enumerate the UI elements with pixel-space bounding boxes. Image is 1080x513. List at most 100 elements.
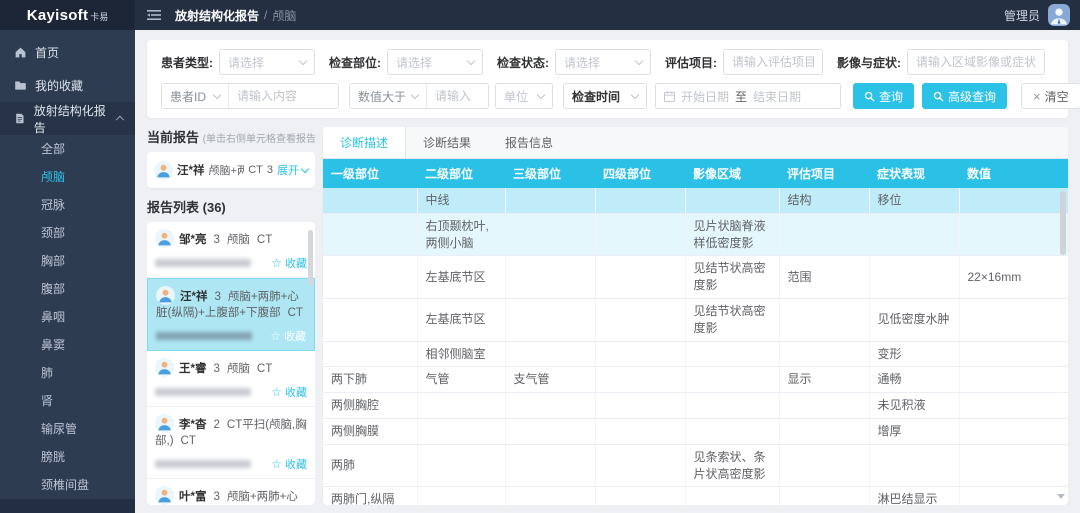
- column-header: 数值: [959, 159, 1068, 188]
- table-cell: 左基底节区: [417, 298, 505, 341]
- tab-diagnosis-result[interactable]: 诊断结果: [406, 127, 488, 158]
- report-list: 邹*亮3颅脑CT ☆ 收藏 汪*祥3颅脑+两肺+心脏(纵隔)+上腹部+下腹部CT…: [147, 222, 315, 505]
- table-row[interactable]: 两肺门,纵隔淋巴结显示: [323, 487, 1068, 505]
- report-item-summary: 叶*富3颅脑+两肺+心脏(纵隔)+上腹部+下腹部CT: [155, 486, 307, 505]
- table-cell: [595, 188, 685, 213]
- favorite-button[interactable]: ☆ 收藏: [271, 384, 307, 400]
- favorite-button[interactable]: ☆ 收藏: [271, 255, 307, 271]
- table-row[interactable]: 左基底节区见结节状高密度影范围22×16mm: [323, 256, 1068, 299]
- sidebar-item-home[interactable]: 首页: [0, 36, 135, 69]
- table-row[interactable]: 两侧胸膜增厚: [323, 418, 1068, 444]
- sidebar-subitem[interactable]: 膀胱: [0, 443, 135, 471]
- exam-parts: CT平扫(颅脑,胸部,): [155, 419, 307, 448]
- date-range-picker[interactable]: 开始日期 至 结束日期: [655, 83, 841, 109]
- exam-part-select[interactable]: 请选择: [387, 49, 483, 75]
- column-header: 评估项目: [779, 159, 869, 188]
- sidebar-section-reports[interactable]: 放射结构化报告: [0, 102, 135, 135]
- tab-diagnosis-description[interactable]: 诊断描述: [323, 127, 406, 158]
- modality: CT: [257, 363, 272, 375]
- chevron-down-icon: [631, 90, 639, 98]
- report-list-item[interactable]: 叶*富3颅脑+两肺+心脏(纵隔)+上腹部+下腹部CT ☆ 收藏: [147, 479, 315, 505]
- sidebar-subitem[interactable]: 鼻咽: [0, 303, 135, 331]
- image-symptom-input-wrap: [907, 49, 1045, 75]
- table-cell: [505, 188, 595, 213]
- table-row[interactable]: 相邻侧脑室变形: [323, 341, 1068, 367]
- modality: CT: [257, 234, 272, 246]
- unit-select[interactable]: 单位: [495, 83, 553, 109]
- user-avatar[interactable]: [1048, 4, 1070, 26]
- search-button-label: 查询: [879, 88, 903, 105]
- numeric-compare-select[interactable]: 数值大于: [350, 84, 426, 108]
- exam-status-select[interactable]: 请选择: [555, 49, 651, 75]
- table-cell: [595, 418, 685, 444]
- select-value: 患者ID: [170, 88, 207, 105]
- content-input[interactable]: [237, 89, 330, 103]
- numeric-input[interactable]: [435, 89, 480, 103]
- tab-report-info[interactable]: 报告信息: [488, 127, 570, 158]
- table-row[interactable]: 左基底节区见结节状高密度影见低密度水肿: [323, 298, 1068, 341]
- report-list-item[interactable]: 王*睿3颅脑CT ☆ 收藏: [147, 351, 315, 407]
- table-cell: [959, 298, 1068, 341]
- sidebar-subitem[interactable]: 全部: [0, 135, 135, 163]
- collapse-menu-icon[interactable]: [147, 9, 161, 21]
- date-join-label: 至: [735, 88, 747, 105]
- exam-parts: 颅脑: [227, 363, 250, 375]
- patient-avatar-icon: [155, 229, 174, 248]
- user-menu[interactable]: 管理员: [1004, 4, 1080, 26]
- sidebar-subitem[interactable]: 肾: [0, 387, 135, 415]
- table-row[interactable]: 右顶颞枕叶,两侧小脑见片状脑脊液样低密度影: [323, 213, 1068, 256]
- sidebar-subitem[interactable]: 冠脉: [0, 191, 135, 219]
- table-cell: [685, 418, 779, 444]
- current-report-card[interactable]: 汪*祥 颅脑+两肺+心... CT 3 展开: [147, 152, 315, 188]
- patient-id-select[interactable]: 患者ID: [162, 84, 228, 108]
- image-symptom-input[interactable]: [916, 55, 1036, 69]
- sidebar-subitem[interactable]: 肺: [0, 359, 135, 387]
- report-count: 3: [214, 291, 220, 303]
- logo-text: Kayisoft: [27, 7, 89, 24]
- report-list-item[interactable]: 邹*亮3颅脑CT ☆ 收藏: [147, 222, 315, 278]
- table-header-row: 一级部位二级部位三级部位四级部位影像区域评估项目症状表现数值: [323, 159, 1068, 188]
- table-cell: [323, 213, 417, 256]
- sidebar-subitem[interactable]: 鼻窦: [0, 331, 135, 359]
- scroll-down-icon[interactable]: [1057, 494, 1065, 499]
- table-row[interactable]: 两下肺气管支气管显示通畅: [323, 367, 1068, 393]
- diagnosis-table-wrap: 一级部位二级部位三级部位四级部位影像区域评估项目症状表现数值 中线结构移位右顶颞…: [323, 159, 1068, 505]
- report-list-item[interactable]: 汪*祥3颅脑+两肺+心脏(纵隔)+上腹部+下腹部CT ☆ 收藏: [147, 278, 315, 351]
- table-cell: [595, 367, 685, 393]
- table-row[interactable]: 两肺见条索状、条片状高密度影: [323, 444, 1068, 487]
- breadcrumb: 放射结构化报告 / 颅脑: [175, 7, 296, 24]
- diagnosis-table: 一级部位二级部位三级部位四级部位影像区域评估项目症状表现数值 中线结构移位右顶颞…: [323, 159, 1068, 505]
- assess-item-input[interactable]: [732, 55, 814, 69]
- breadcrumb-root[interactable]: 放射结构化报告: [175, 7, 259, 24]
- sidebar-subitem[interactable]: 颈部: [0, 219, 135, 247]
- clear-button[interactable]: × 清空: [1021, 83, 1080, 109]
- favorite-button[interactable]: ☆ 收藏: [271, 456, 307, 472]
- patient-type-select[interactable]: 请选择: [219, 49, 315, 75]
- table-row[interactable]: 中线结构移位: [323, 188, 1068, 213]
- search-button[interactable]: 查询: [853, 83, 914, 109]
- sidebar-subitem[interactable]: 颅脑: [0, 163, 135, 191]
- favorite-label: 收藏: [284, 328, 306, 344]
- sidebar-subitem[interactable]: 颈椎间盘: [0, 471, 135, 499]
- date-end-placeholder: 结束日期: [753, 88, 801, 105]
- sidebar-subitem[interactable]: 胸部: [0, 247, 135, 275]
- list-scrollbar-thumb[interactable]: [308, 230, 313, 286]
- table-cell: [323, 341, 417, 367]
- patient-avatar-icon: [155, 358, 174, 377]
- favorite-button[interactable]: ☆ 收藏: [270, 328, 306, 344]
- time-field-select[interactable]: 检查时间: [563, 83, 647, 109]
- advanced-search-button[interactable]: 高级查询: [922, 83, 1007, 109]
- column-header: 二级部位: [417, 159, 505, 188]
- table-cell: 气管: [417, 367, 505, 393]
- home-icon: [14, 46, 27, 59]
- sidebar-subitem[interactable]: 腹部: [0, 275, 135, 303]
- table-cell: [959, 444, 1068, 487]
- sidebar-item-favorites[interactable]: 我的收藏: [0, 69, 135, 102]
- report-list-item[interactable]: 李*杳2CT平扫(颅脑,胸部,)CT ☆ 收藏: [147, 407, 315, 479]
- table-scrollbar-thumb[interactable]: [1060, 191, 1066, 255]
- table-cell: [323, 188, 417, 213]
- sidebar-item-label: 首页: [35, 44, 59, 61]
- table-row[interactable]: 两侧胸腔未见积液: [323, 393, 1068, 419]
- expand-button[interactable]: 展开: [277, 162, 308, 178]
- sidebar-subitem[interactable]: 输尿管: [0, 415, 135, 443]
